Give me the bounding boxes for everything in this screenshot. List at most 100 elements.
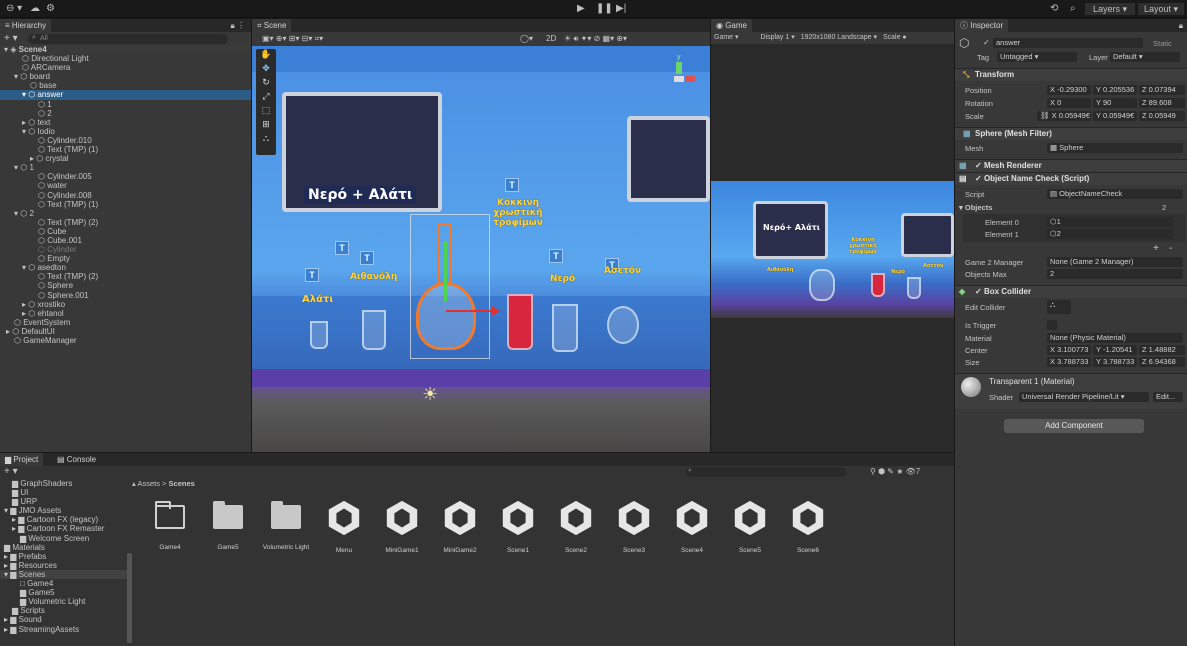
tree-item-scene4[interactable]: ▾ ◈ Scene4 bbox=[0, 45, 251, 55]
box-collider-header[interactable]: ✓ Box Collider ◈ bbox=[955, 285, 1187, 298]
tree-item[interactable]: ⬡ Empty bbox=[0, 254, 251, 263]
asset-scene[interactable]: MiniGame1 bbox=[378, 499, 426, 554]
center-y-field[interactable]: Y -1.20541 bbox=[1093, 345, 1137, 355]
tree-item[interactable]: ▾ ⬡ 1 bbox=[0, 163, 251, 172]
scale-slider[interactable]: Scale ● bbox=[883, 34, 907, 41]
tree-item-selected[interactable]: ▾ ⬡ answer bbox=[0, 90, 251, 100]
play-icon[interactable]: ▶ bbox=[577, 3, 585, 14]
custom-tool-icon[interactable]: ⛬ bbox=[256, 133, 276, 147]
layer-dropdown[interactable]: Default ▾ bbox=[1110, 52, 1180, 62]
collab-icon[interactable]: ⚙ bbox=[46, 3, 55, 14]
pause-icon[interactable]: ❚❚ bbox=[596, 3, 613, 14]
shader-edit-button[interactable]: Edit... bbox=[1153, 392, 1183, 402]
tree-item[interactable]: ⬡ ARCamera bbox=[0, 63, 251, 72]
is-trigger-checkbox[interactable] bbox=[1047, 320, 1057, 330]
script-header[interactable]: ✓ Object Name Check (Script) ▤ bbox=[955, 172, 1187, 185]
asset-folder[interactable]: Game4 bbox=[146, 499, 194, 551]
position-z-field[interactable]: Z 0.07394 bbox=[1139, 85, 1185, 95]
mesh-field[interactable]: ▦ Sphere bbox=[1047, 143, 1183, 153]
asset-scene[interactable]: MiniGame2 bbox=[436, 499, 484, 554]
scale-z-field[interactable]: Z 0.05949 bbox=[1139, 111, 1185, 121]
orientation-gizmo[interactable]: y bbox=[660, 54, 700, 94]
project-create-button[interactable]: + ▾ bbox=[4, 466, 18, 477]
folder-item[interactable]: ▸ ▆ Prefabs bbox=[0, 552, 128, 561]
history-icon[interactable]: ⟲ bbox=[1050, 3, 1058, 14]
resolution-dropdown[interactable]: 1920x1080 Landscape ▾ bbox=[801, 34, 877, 41]
tree-item[interactable]: ⬡ GameManager bbox=[0, 336, 251, 345]
folder-item[interactable]: ▸ ▆ StreamingAssets bbox=[0, 625, 128, 634]
rect-tool-icon[interactable]: ⬚ bbox=[256, 105, 276, 119]
tree-item[interactable]: ▾ ⬡ Iodio bbox=[0, 127, 251, 136]
tree-item[interactable]: ⬡ Text (TMP) (1) bbox=[0, 200, 251, 209]
tree-item[interactable]: ⬡ Sphere.001 bbox=[0, 291, 251, 300]
folder-item[interactable]: ▆ Welcome Screen bbox=[0, 534, 128, 543]
tree-item[interactable]: ⬡ Sphere bbox=[0, 281, 251, 290]
folder-item-selected[interactable]: ▾ ▆ Scenes bbox=[0, 569, 128, 580]
edit-collider-button[interactable]: ⛬ bbox=[1047, 300, 1071, 314]
folder-item[interactable]: ▸ ▆ Sound bbox=[0, 615, 128, 624]
rotation-z-field[interactable]: Z 89.608 bbox=[1139, 98, 1185, 108]
tree-item[interactable]: ⬡ water bbox=[0, 181, 251, 190]
draw-mode-icon[interactable]: ▣▾ ⊕▾ ⊞▾ ⊟▾ ⌗▾ bbox=[262, 34, 323, 44]
folder-item[interactable]: ▾ ▆ JMO Assets bbox=[0, 506, 128, 515]
scene-tools-icons[interactable]: ☀ 🔊︎ ✦▾ ⊘ ▦▾ ⊕▾ bbox=[564, 34, 627, 44]
tree-item[interactable]: ⬡ Cylinder bbox=[0, 245, 251, 254]
tree-item[interactable]: ⬡ Cylinder.008 bbox=[0, 191, 251, 200]
tree-item[interactable]: ▸ ⬡ text bbox=[0, 118, 251, 127]
objects-count[interactable]: 2 bbox=[1162, 203, 1166, 212]
tree-item[interactable]: ⬡ base bbox=[0, 81, 251, 90]
folder-item[interactable]: ▆ Game5 bbox=[0, 588, 128, 597]
scene-viewport[interactable]: Νερό + Αλάτι T T T T T T Κόκκινη χρωστικ… bbox=[252, 46, 710, 452]
shading-icon[interactable]: ◯▾ bbox=[520, 34, 533, 43]
asset-scene[interactable]: Scene5 bbox=[726, 499, 774, 554]
hand-tool-icon[interactable]: ✋ bbox=[256, 49, 276, 63]
tree-item[interactable]: ⬡ Text (TMP) (1) bbox=[0, 145, 251, 154]
game-mode-dropdown[interactable]: Game ▾ bbox=[714, 34, 739, 41]
asset-folder[interactable]: Volumetric Light bbox=[262, 499, 310, 551]
lock-icon[interactable]: 🔒︎ ⋮ bbox=[231, 21, 245, 31]
asset-scene[interactable]: Scene3 bbox=[610, 499, 658, 554]
cloud-icon[interactable]: ☁ bbox=[30, 3, 40, 14]
tree-item[interactable]: ⬡ Cylinder.005 bbox=[0, 172, 251, 181]
tree-item[interactable]: ▸ ⬡ crystal bbox=[0, 154, 251, 163]
tree-item[interactable]: ⬡ Text (TMP) (2) bbox=[0, 218, 251, 227]
element-1-field[interactable]: ⬡2 bbox=[1047, 229, 1173, 239]
project-tree-scrollbar[interactable] bbox=[127, 553, 132, 643]
mesh-filter-header[interactable]: Sphere (Mesh Filter) ▦ bbox=[955, 127, 1187, 140]
scale-y-field[interactable]: Y 0.05949€ bbox=[1093, 111, 1137, 121]
tree-item[interactable]: ⬡ Cube.001 bbox=[0, 236, 251, 245]
folder-item[interactable]: ▆ Volumetric Light bbox=[0, 597, 128, 606]
filter-icons[interactable]: ⚲ ⬢ ✎ ★ 👁︎7 bbox=[870, 467, 920, 476]
add-component-button[interactable]: Add Component bbox=[1004, 419, 1144, 433]
size-y-field[interactable]: Y 3.788733 bbox=[1093, 357, 1137, 367]
center-x-field[interactable]: X 3.100773 bbox=[1047, 345, 1091, 355]
tab-game[interactable]: ◉ Game bbox=[711, 19, 752, 32]
2d-toggle[interactable]: 2D bbox=[546, 34, 556, 43]
game-viewport[interactable]: Νερό+ Αλάτι Κόκκινη χρωστική τροφίμων Αι… bbox=[711, 181, 954, 318]
search-icon[interactable]: ⌕ bbox=[1070, 3, 1076, 14]
folder-item[interactable]: ▆ UI bbox=[0, 488, 128, 497]
add-element-button[interactable]: + bbox=[1153, 243, 1159, 254]
tree-item[interactable]: ⬡ 2 bbox=[0, 109, 251, 118]
tag-dropdown[interactable]: Untagged ▾ bbox=[997, 52, 1077, 62]
active-checkbox[interactable]: ✓ bbox=[983, 38, 990, 47]
tree-item[interactable]: ⬡ Directional Light bbox=[0, 54, 251, 63]
tab-inspector[interactable]: ⓘ Inspector bbox=[955, 19, 1009, 32]
asset-scene[interactable]: Scene1 bbox=[494, 499, 542, 554]
folder-item[interactable]: ▆ URP bbox=[0, 497, 128, 506]
asset-scene[interactable]: Scene6 bbox=[784, 499, 832, 554]
shader-dropdown[interactable]: Universal Render Pipeline/Lit ▾ bbox=[1019, 392, 1149, 402]
rotation-y-field[interactable]: Y 90 bbox=[1093, 98, 1137, 108]
hierarchy-search-input[interactable]: All bbox=[28, 34, 228, 44]
account-icon[interactable]: ⊖ ▾ bbox=[6, 3, 22, 14]
layout-dropdown[interactable]: Layout ▾ bbox=[1138, 3, 1185, 15]
tree-item[interactable]: ▸ ⬡ xrostiko bbox=[0, 300, 251, 309]
tree-item[interactable]: ▸ ⬡ DefaultUI bbox=[0, 327, 251, 336]
asset-scene[interactable]: Scene4 bbox=[668, 499, 716, 554]
size-x-field[interactable]: X 3.788733 bbox=[1047, 357, 1091, 367]
transform-tool-icon[interactable]: ⊞ bbox=[256, 119, 276, 133]
center-z-field[interactable]: Z 1.48882 bbox=[1139, 345, 1185, 355]
folder-item[interactable]: □ Game4 bbox=[0, 579, 128, 588]
tree-item[interactable]: ⬡ Cube bbox=[0, 227, 251, 236]
asset-folder[interactable]: Game5 bbox=[204, 499, 252, 551]
